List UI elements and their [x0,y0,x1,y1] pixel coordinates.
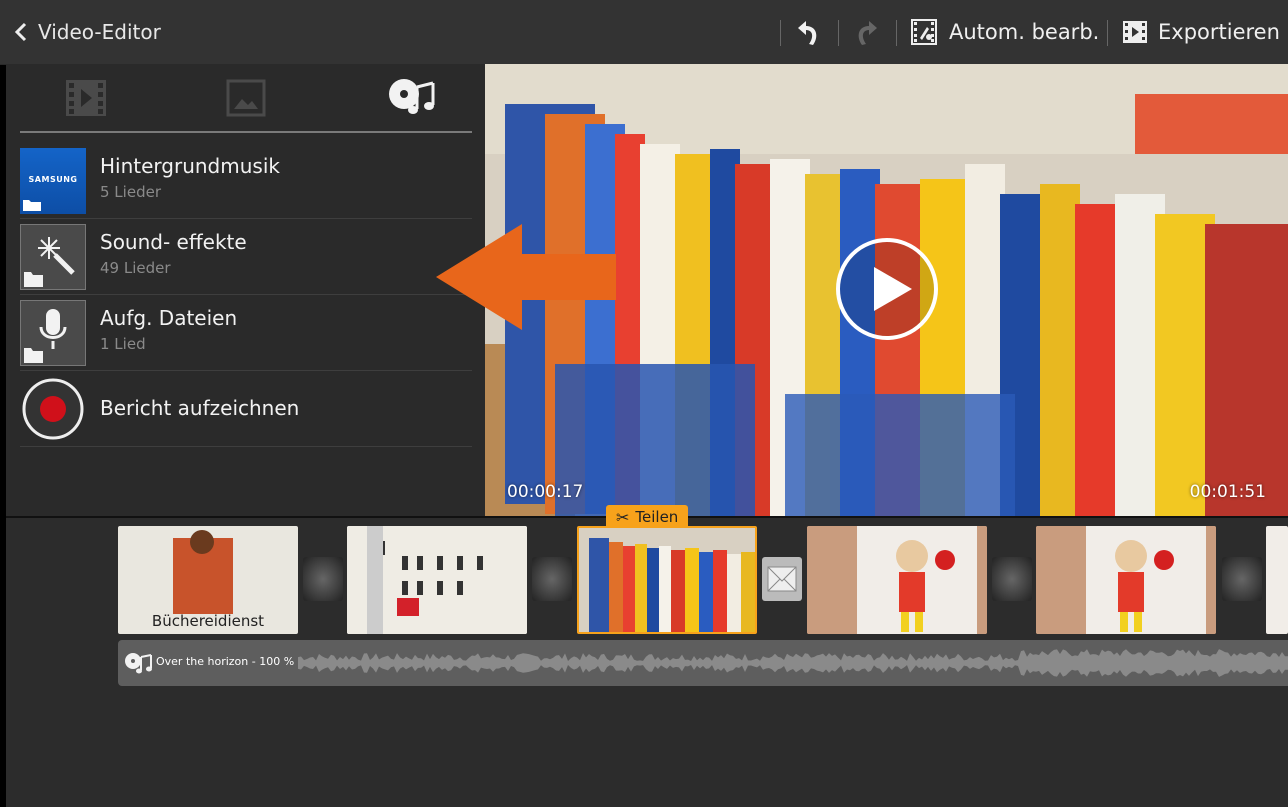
list-item-record-report[interactable]: Bericht aufzeichnen [20,370,472,447]
item-title: Bericht aufzeichnen [100,396,300,420]
samsung-folder-icon: SAMSUNG [20,148,86,214]
record-icon [22,378,84,440]
top-bar: Video-Editor Autom. bearb. Exportieren [0,0,1288,65]
film-auto-icon [911,19,937,45]
brand-label: SAMSUNG [28,175,78,184]
film-strip-icon [66,80,106,116]
undo-icon [798,21,817,45]
calendar-image [347,526,527,634]
item-subtitle: 5 Lieder [100,183,161,201]
music-icon [389,79,435,114]
transition-2[interactable] [532,557,572,601]
microphone-icon [24,309,67,363]
list-item-recorded-files[interactable]: Aufg. Dateien 1 Lied [20,294,472,371]
auto-edit-button[interactable]: Autom. bearb. [911,14,1099,50]
envelope-icon [767,566,797,592]
magic-wand-folder-icon [20,224,86,290]
redo-button[interactable] [852,14,880,50]
undo-button[interactable] [795,14,823,50]
separator [896,20,897,46]
transition-3[interactable] [762,557,802,601]
separator [780,20,781,46]
audio-track-label: Over the horizon - 100 % [156,655,295,668]
scissors-icon: ✂ [616,507,630,527]
media-tabs [20,64,472,133]
clip-2[interactable] [347,526,527,634]
tab-music[interactable] [386,76,442,120]
item-title: Sound- effekte [100,230,247,254]
timeline: ✂ Teilen Büchereidienst Over the horizon… [6,505,1288,807]
auto-edit-label: Autom. bearb. [949,20,1100,44]
clip-4[interactable] [807,526,987,634]
image-icon [226,79,266,117]
drawing-image [807,526,987,634]
drawing-image [1036,526,1216,634]
separator [1107,20,1108,46]
list-item-sound-effects[interactable]: Sound- effekte 49 Lieder [20,218,472,295]
export-label: Exportieren [1158,20,1280,44]
folders-image [579,528,755,632]
arrow-left-icon [436,224,616,330]
total-time: 00:01:51 [1189,482,1266,502]
tab-video[interactable] [64,76,108,120]
clip-5[interactable] [1036,526,1216,634]
microphone-folder-icon [20,300,86,366]
app-title: Video-Editor [38,20,161,44]
clip-3-selected[interactable] [577,526,757,634]
redo-icon [858,21,877,45]
clip-6-partial[interactable] [1266,526,1288,634]
tab-image[interactable] [224,76,268,120]
chevron-left-icon [14,22,27,42]
clip-1-caption: Büchereidienst [151,612,265,630]
magic-wand-icon [24,237,75,287]
item-subtitle: 49 Lieder [100,259,171,277]
list-item-background-music[interactable]: SAMSUNG Hintergrundmusik 5 Lieder [20,142,472,219]
transition-1[interactable] [303,557,343,601]
item-subtitle: 1 Lied [100,335,146,353]
separator [838,20,839,46]
transition-4[interactable] [992,557,1032,601]
export-button[interactable]: Exportieren [1122,14,1280,50]
clip-1-head [190,530,214,554]
transition-5[interactable] [1222,557,1262,601]
music-icon [125,653,152,674]
clip-1[interactable]: Büchereidienst [118,526,298,634]
item-title: Aufg. Dateien [100,306,238,330]
folder-icon [23,200,41,211]
play-button[interactable] [834,236,940,342]
media-panel: SAMSUNG Hintergrundmusik 5 Lieder Sound-… [6,64,485,516]
item-title: Hintergrundmusik [100,154,280,178]
back-button[interactable]: Video-Editor [14,14,161,50]
current-time: 00:00:17 [507,482,584,502]
split-label: Teilen [635,508,679,526]
audio-track[interactable]: Over the horizon - 100 % [118,640,1288,686]
export-film-icon [1123,21,1147,43]
video-editor-screen: Video-Editor Autom. bearb. Exportieren S… [0,0,1288,807]
